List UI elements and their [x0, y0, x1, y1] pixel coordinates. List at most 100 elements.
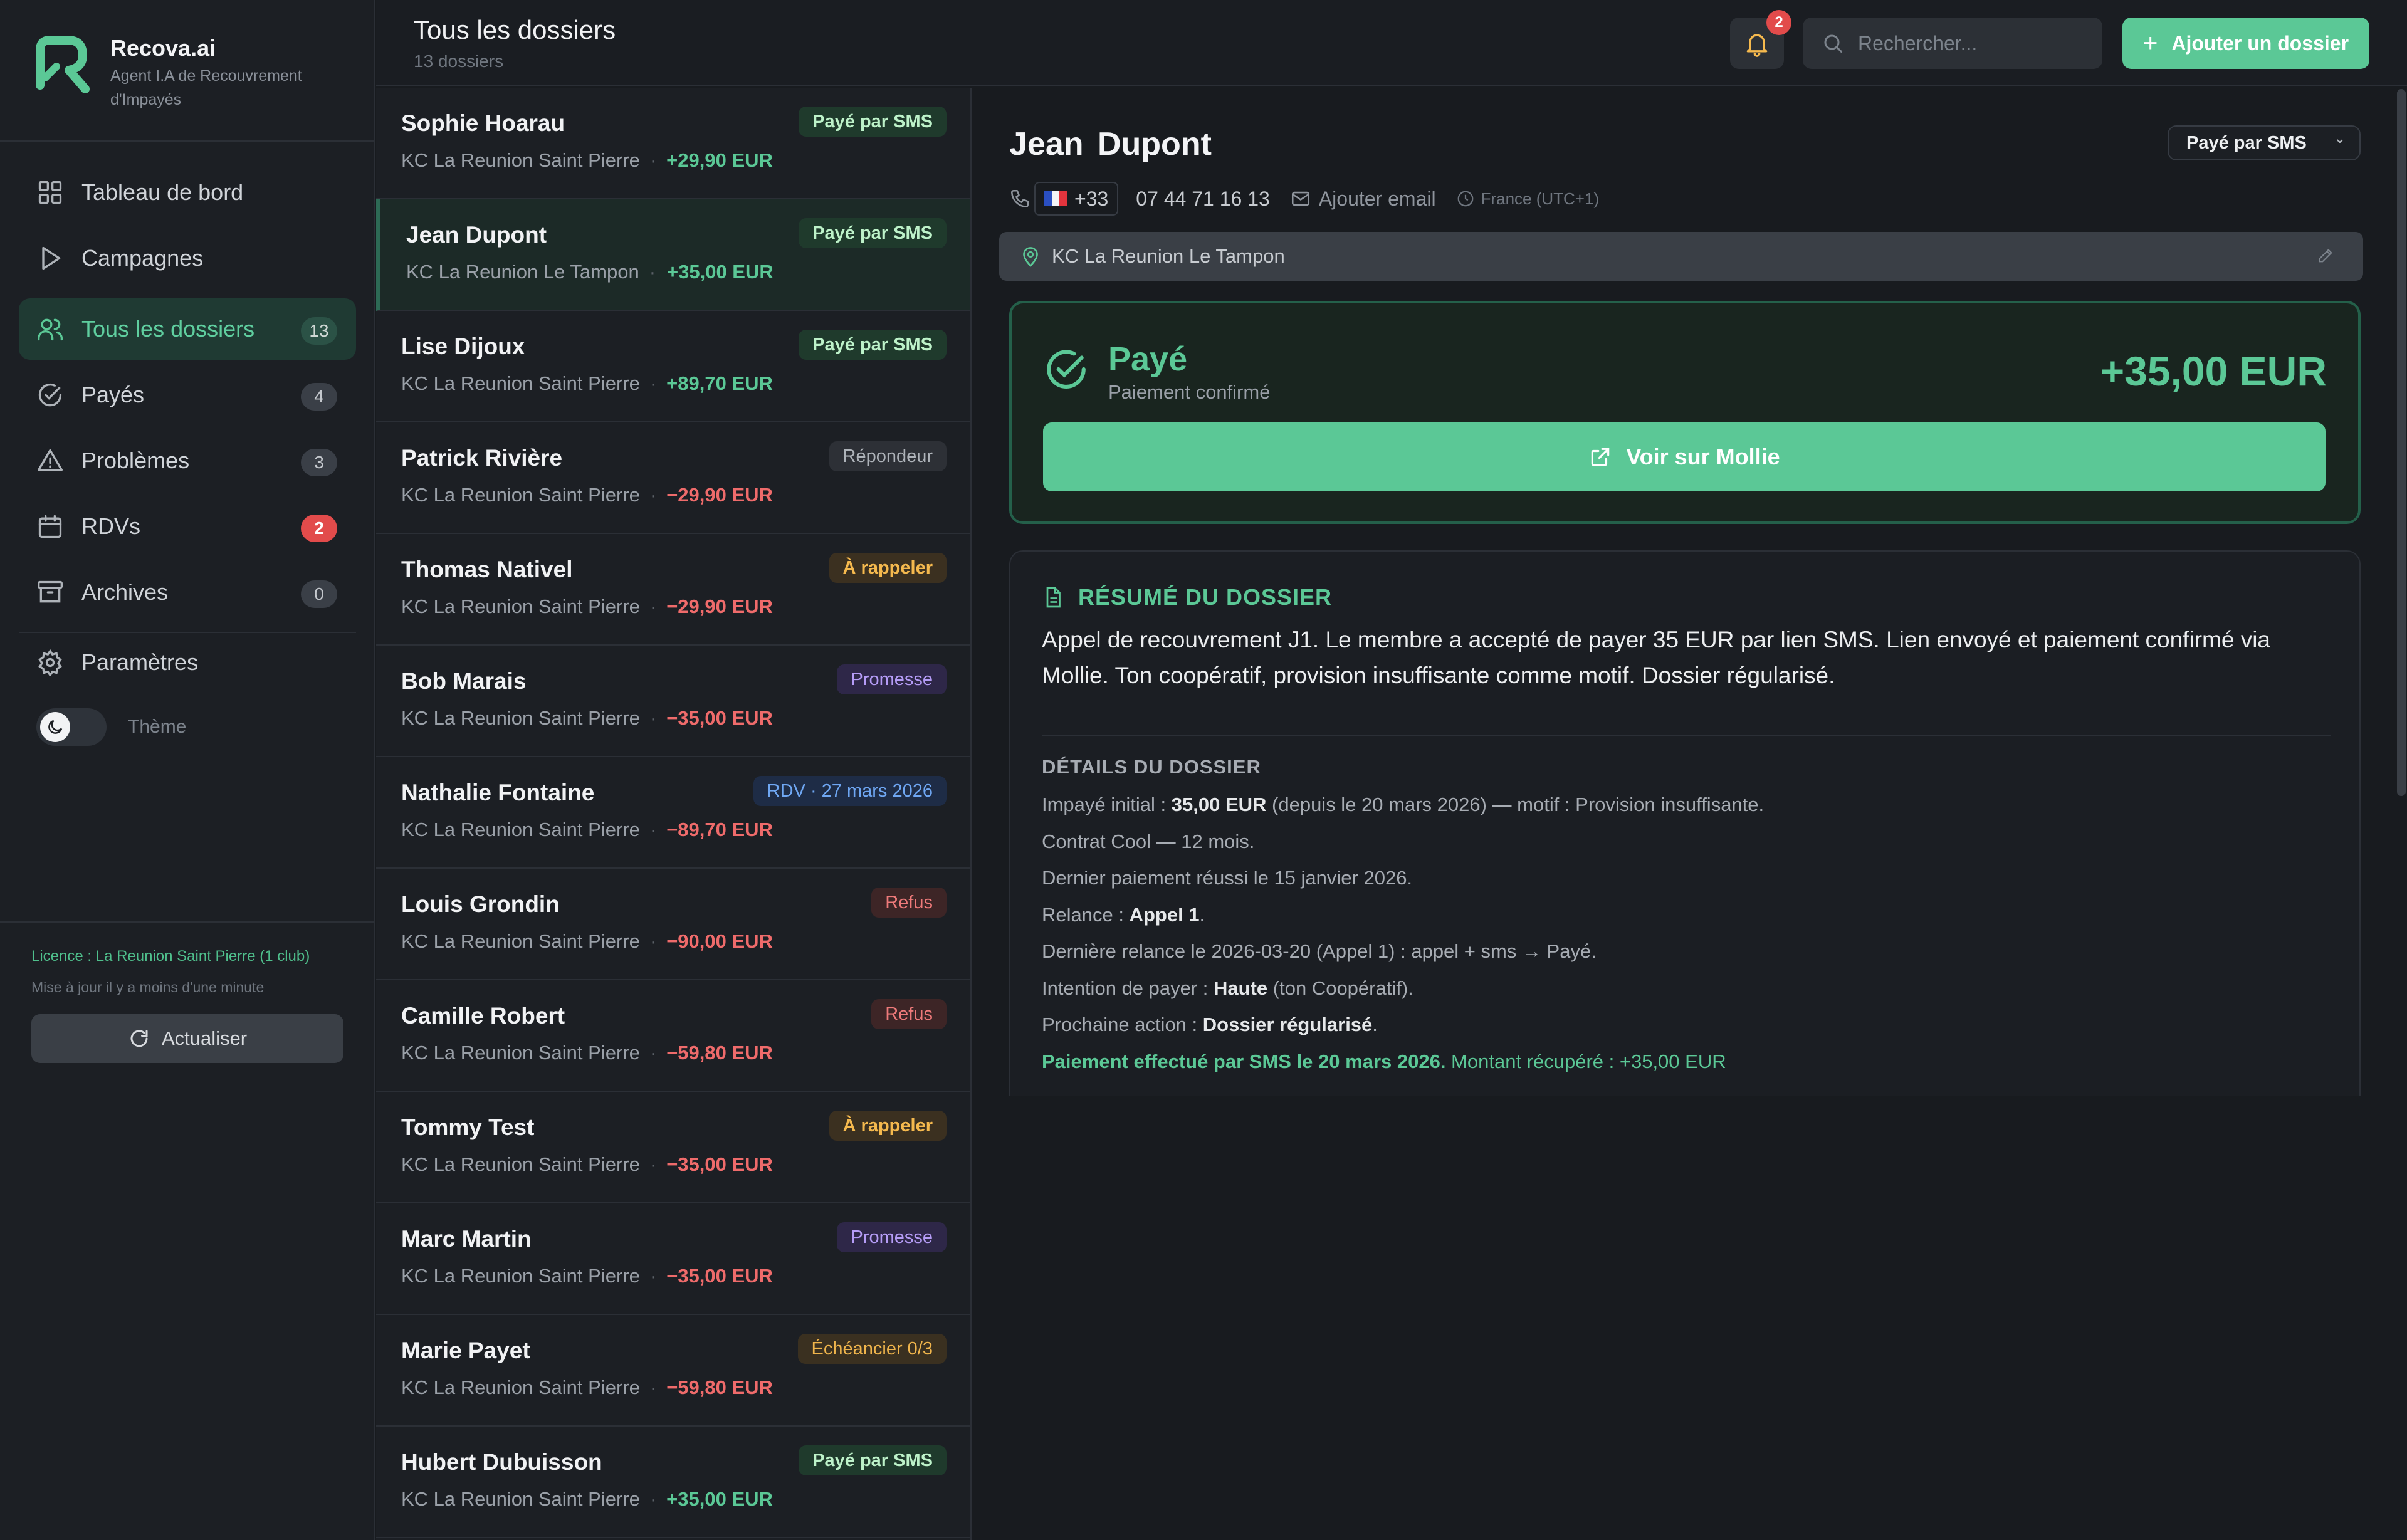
separator-dot: · — [649, 1488, 657, 1510]
top-header: Tous les dossiers 13 dossiers 2 + Ajoute… — [376, 0, 2407, 86]
dossier-row[interactable]: Marc Martin KC La Reunion Saint Pierre · −3… — [376, 1203, 970, 1315]
nav-label: Campagnes — [81, 245, 204, 271]
nav-label: Paramètres — [81, 649, 199, 675]
separator-dot: · — [649, 1153, 657, 1175]
edit-icon[interactable] — [2317, 247, 2334, 265]
search-box[interactable] — [1803, 18, 2102, 69]
dossier-club: KC La Reunion Saint Pierre — [401, 930, 640, 952]
dossier-count: 13 dossiers — [414, 51, 504, 71]
status-badge: Payé par SMS — [799, 218, 947, 248]
dossier-list: Sophie Hoarau KC La Reunion Saint Pierre ·… — [376, 88, 972, 1540]
chevron-down-icon: ⌄ — [2334, 130, 2346, 146]
dossier-name: Patrick Rivière — [401, 445, 563, 471]
theme-switch[interactable]: Thème — [36, 708, 186, 746]
dossier-name: Lise Dijoux — [401, 333, 525, 359]
dossier-row[interactable]: Lise Dijoux KC La Reunion Saint Pierre · +8… — [376, 311, 970, 422]
separator-dot: · — [649, 595, 657, 617]
summary-divider — [1042, 735, 2331, 736]
dossier-meta: KC La Reunion Saint Pierre · +29,90 EUR — [401, 149, 773, 172]
play-icon — [42, 246, 61, 270]
dossier-row[interactable]: Camille Robert KC La Reunion Saint Pierre… — [376, 980, 970, 1092]
dossier-club: KC La Reunion Saint Pierre — [401, 595, 640, 617]
dossier-meta: KC La Reunion Saint Pierre · −35,00 EUR — [401, 1265, 773, 1287]
dossier-meta: KC La Reunion Saint Pierre · −90,00 EUR — [401, 930, 773, 953]
theme-label: Thème — [128, 716, 187, 737]
paid-subtitle: Paiement confirmé — [1108, 381, 1271, 403]
summary-title: RÉSUMÉ DU DOSSIER — [1078, 584, 1333, 610]
dossier-club: KC La Reunion Saint Pierre — [401, 1488, 640, 1510]
brand[interactable]: Recova.ai Agent I.A de Recouvrement d'Im… — [31, 31, 342, 112]
debtor-name: Jean Dupont — [1009, 126, 1212, 162]
detail-text: Intention de payer : — [1042, 977, 1214, 999]
summary-card: RÉSUMÉ DU DOSSIER Appel de recouvrement … — [1009, 550, 2361, 1096]
paid-title: Payé — [1108, 340, 1188, 378]
sidebar: Recova.ai Agent I.A de Recouvrement d'Im… — [0, 0, 375, 1540]
dossier-detail: Jean Dupont Payé par SMS ⌄ +33 07 44 71 … — [973, 88, 2407, 1540]
dossier-club: KC La Reunion Saint Pierre — [401, 1153, 640, 1175]
dossier-row[interactable]: Louis Grondin KC La Reunion Saint Pierre ·… — [376, 869, 970, 980]
search-input[interactable] — [1858, 31, 2096, 55]
map-pin-icon — [1023, 247, 1038, 267]
status-badge: Refus — [871, 999, 947, 1029]
nav-label: Problèmes — [81, 448, 190, 473]
add-email-link[interactable]: Ajouter email — [1290, 187, 1436, 211]
dossier-club: KC La Reunion Saint Pierre — [401, 484, 640, 506]
nav-label: RDVs — [81, 513, 141, 539]
nav-rdvs[interactable]: RDVs 2 — [19, 496, 356, 557]
dashboard-icon — [38, 181, 62, 204]
dossier-row[interactable]: Hubert Dubuisson KC La Reunion Saint Pier… — [376, 1427, 970, 1538]
theme-toggle[interactable] — [36, 708, 107, 746]
check-circle-icon — [38, 383, 62, 407]
dossier-club: KC La Reunion Saint Pierre — [401, 149, 640, 171]
nav-dashboard[interactable]: Tableau de bord — [19, 162, 356, 223]
dossier-row[interactable]: Marie Payet KC La Reunion Saint Pierre · −5… — [376, 1315, 970, 1427]
dossier-club: KC La Reunion Saint Pierre — [401, 707, 640, 729]
dossier-amount: −59,80 EUR — [666, 1042, 773, 1064]
status-badge: Promesse — [837, 1222, 947, 1252]
dossier-name: Marie Payet — [401, 1338, 530, 1363]
nav-settings[interactable]: Paramètres — [19, 632, 356, 693]
phone-number[interactable]: 07 44 71 16 13 — [1136, 187, 1270, 211]
dossier-amount: −35,00 EUR — [666, 1153, 773, 1175]
toggle-knob — [40, 712, 70, 742]
dossier-amount: +29,90 EUR — [666, 149, 773, 171]
refresh-label: Actualiser — [161, 1027, 248, 1049]
location-field[interactable]: KC La Reunion Le Tampon — [999, 232, 2363, 281]
warning-icon — [38, 449, 63, 471]
status-badge: Payé par SMS — [799, 1445, 947, 1475]
dossier-meta: KC La Reunion Saint Pierre · −59,80 EUR — [401, 1042, 773, 1064]
dossier-meta: KC La Reunion Saint Pierre · −89,70 EUR — [401, 819, 773, 841]
separator-dot: · — [649, 1042, 657, 1064]
dossier-row[interactable]: Thomas Nativel KC La Reunion Saint Pierre… — [376, 534, 970, 646]
dossier-row[interactable]: Jean Dupont KC La Reunion Le Tampon · +35,0… — [376, 199, 970, 311]
dossier-row[interactable]: Sophie Hoarau KC La Reunion Saint Pierre ·… — [376, 88, 970, 199]
status-select[interactable]: Payé par SMS ⌄ — [2168, 125, 2361, 160]
refresh-button[interactable]: Actualiser — [31, 1014, 343, 1063]
nav-paid[interactable]: Payés 4 — [19, 364, 356, 426]
timezone-label: France (UTC+1) — [1481, 189, 1600, 208]
dossier-amount: −59,80 EUR — [666, 1376, 773, 1398]
clock-icon — [1457, 191, 1473, 207]
dossier-row[interactable]: Nathalie Fontaine KC La Reunion Saint Pie… — [376, 757, 970, 869]
dossier-row[interactable]: Bob Marais KC La Reunion Saint Pierre · −35… — [376, 646, 970, 757]
country-code-select[interactable]: +33 — [1034, 182, 1119, 216]
nav-all-dossiers[interactable]: Tous les dossiers 13 — [19, 298, 356, 360]
detail-text: Dernière relance le 2026-03-20 (Appel 1)… — [1042, 940, 1597, 962]
dossier-name: Tommy Test — [401, 1114, 535, 1140]
dossier-row[interactable]: Patrick Rivière KC La Reunion Saint Pierr… — [376, 422, 970, 534]
dossier-row[interactable]: Tommy Test KC La Reunion Saint Pierre · −35… — [376, 1092, 970, 1203]
detail-line: Impayé initial : 35,00 EUR (depuis le 20… — [1042, 794, 1764, 816]
scrollbar[interactable] — [2397, 89, 2406, 796]
dossier-amount: +35,00 EUR — [666, 1488, 773, 1510]
view-on-mollie-button[interactable]: Voir sur Mollie — [1043, 422, 2326, 491]
dossier-amount: −29,90 EUR — [666, 595, 773, 617]
notifications-button[interactable]: 2 — [1730, 10, 1791, 69]
nav-campaigns[interactable]: Campagnes — [19, 228, 356, 289]
separator-dot: · — [649, 372, 657, 394]
nav-problems[interactable]: Problèmes 3 — [19, 430, 356, 491]
nav-archives[interactable]: Archives 0 — [19, 562, 356, 623]
dossier-meta: KC La Reunion Saint Pierre · −59,80 EUR — [401, 1376, 773, 1399]
add-dossier-button[interactable]: + Ajouter un dossier — [2122, 18, 2369, 69]
dossier-amount: −35,00 EUR — [666, 1265, 773, 1287]
status-badge: Échéancier 0/3 — [797, 1334, 947, 1364]
